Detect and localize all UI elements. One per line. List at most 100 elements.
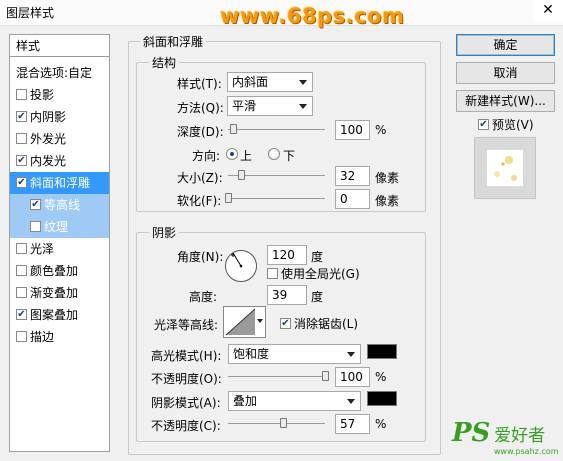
method-select-value: 平滑 <box>232 99 257 113</box>
shadow-mode-select[interactable]: 叠加 <box>228 391 361 411</box>
highlight-mode-select[interactable]: 饱和度 <box>228 344 361 364</box>
style-label: 描边 <box>30 330 55 344</box>
checkbox[interactable] <box>16 243 27 254</box>
style-item-texture[interactable]: 纹理 <box>10 216 109 238</box>
gloss-contour-picker[interactable] <box>223 306 266 338</box>
checkbox[interactable] <box>16 111 27 122</box>
watermark-text: www.68ps.com <box>220 4 405 28</box>
checkbox[interactable] <box>16 265 27 276</box>
antialias-checkbox-row[interactable]: 消除锯齿(L) <box>280 315 358 332</box>
new-style-button[interactable]: 新建样式(W)... <box>456 90 555 112</box>
style-item-bevel-emboss[interactable]: 斜面和浮雕 <box>10 172 109 194</box>
style-label: 斜面和浮雕 <box>30 176 91 190</box>
shadow-mode-value: 叠加 <box>233 394 258 408</box>
global-light-checkbox-row[interactable]: 使用全局光(G) <box>267 265 360 282</box>
highlight-opacity-input[interactable]: 100 <box>335 367 370 387</box>
style-label: 样式(T): <box>177 77 222 91</box>
style-label: 光泽 <box>30 242 55 256</box>
direction-label: 方向: <box>192 149 221 163</box>
chevron-down-icon <box>299 80 307 85</box>
cancel-button[interactable]: 取消 <box>456 62 555 84</box>
checkbox[interactable] <box>16 287 27 298</box>
method-select[interactable]: 平滑 <box>227 96 313 116</box>
size-label: 大小(Z): <box>177 171 223 185</box>
altitude-label: 高度: <box>189 290 218 304</box>
close-icon: ✕ <box>542 2 554 18</box>
soften-slider-thumb[interactable] <box>225 193 232 203</box>
checkbox[interactable] <box>16 133 27 144</box>
highlight-mode-label: 高光模式(H): <box>151 349 222 363</box>
altitude-input[interactable]: 39 <box>267 285 307 305</box>
shading-title: 阴影 <box>149 224 180 241</box>
highlight-opacity-thumb[interactable] <box>322 371 329 381</box>
shadow-opacity-thumb[interactable] <box>280 418 288 428</box>
bevel-emboss-title: 斜面和浮雕 <box>140 33 207 50</box>
style-preview-thumbnail <box>474 137 536 199</box>
gloss-contour-label: 光泽等高线: <box>154 318 219 332</box>
style-item-gradient-overlay[interactable]: 渐变叠加 <box>10 282 109 304</box>
style-item-inner-glow[interactable]: 内发光 <box>10 150 109 172</box>
depth-input[interactable]: 100 <box>335 120 370 140</box>
preview-swatch <box>487 150 523 186</box>
shadow-color-swatch[interactable] <box>367 391 397 406</box>
global-light-checkbox[interactable] <box>267 268 278 279</box>
checkbox[interactable] <box>30 199 41 210</box>
logo-site-name: 爱好者 <box>494 426 546 446</box>
style-label: 图案叠加 <box>30 308 79 322</box>
direction-up-label: 上 <box>240 149 253 163</box>
altitude-unit: 度 <box>311 290 324 304</box>
style-item-color-overlay[interactable]: 颜色叠加 <box>10 260 109 282</box>
checkbox[interactable] <box>16 331 27 342</box>
soften-label: 软化(F): <box>177 194 222 208</box>
soften-slider-track[interactable] <box>228 198 325 199</box>
shadow-opacity-unit: % <box>375 417 387 431</box>
depth-slider-thumb[interactable] <box>229 124 237 134</box>
shadow-opacity-input[interactable]: 57 <box>335 414 370 434</box>
depth-label: 深度(D): <box>177 125 224 139</box>
style-item-outer-glow[interactable]: 外发光 <box>10 128 109 150</box>
size-input[interactable]: 32 <box>335 166 370 186</box>
style-item-pattern-overlay[interactable]: 图案叠加 <box>10 304 109 326</box>
style-item-stroke[interactable]: 描边 <box>10 326 109 348</box>
angle-dial[interactable] <box>224 249 258 283</box>
close-button[interactable]: ✕ <box>533 0 563 22</box>
highlight-opacity-track[interactable] <box>228 376 325 377</box>
depth-unit: % <box>375 123 387 137</box>
soften-input[interactable]: 0 <box>335 189 370 209</box>
styles-header[interactable]: 样式 <box>10 35 109 57</box>
direction-down-radio[interactable] <box>268 148 280 160</box>
style-item-inner-shadow[interactable]: 内阴影 <box>10 106 109 128</box>
style-label: 内阴影 <box>30 110 67 124</box>
blend-options-item[interactable]: 混合选项:自定 <box>10 62 109 84</box>
style-item-drop-shadow[interactable]: 投影 <box>10 84 109 106</box>
highlight-color-swatch[interactable] <box>367 344 397 359</box>
checkbox[interactable] <box>16 89 27 100</box>
size-slider-thumb[interactable] <box>237 170 245 180</box>
depth-slider-track[interactable] <box>228 129 325 130</box>
preview-checkbox-row[interactable]: 预览(V) <box>478 116 534 133</box>
checkbox[interactable] <box>16 177 27 188</box>
style-select[interactable]: 内斜面 <box>227 72 313 92</box>
checkbox[interactable] <box>16 155 27 166</box>
logo-ps-text: PS <box>452 418 491 448</box>
angle-input[interactable]: 120 <box>267 245 307 265</box>
contour-linear-icon <box>225 308 256 336</box>
shadow-opacity-track[interactable] <box>228 423 325 424</box>
soften-unit: 像素 <box>375 194 400 208</box>
styles-list: 样式 混合选项:自定 投影 内阴影 外发光 内发光 斜面和浮雕 等高线 纹理 光… <box>9 34 110 452</box>
ok-button[interactable]: 确定 <box>456 34 555 56</box>
direction-up-radio[interactable] <box>226 148 238 160</box>
chevron-down-icon <box>299 104 307 109</box>
style-label: 内发光 <box>30 154 67 168</box>
style-item-satin[interactable]: 光泽 <box>10 238 109 260</box>
style-label: 颜色叠加 <box>30 264 79 278</box>
preview-label: 预览(V) <box>492 118 534 132</box>
style-label: 投影 <box>30 88 55 102</box>
preview-checkbox[interactable] <box>478 119 489 130</box>
style-item-contour[interactable]: 等高线 <box>10 194 109 216</box>
chevron-down-icon <box>257 319 263 323</box>
antialias-checkbox[interactable] <box>280 318 291 329</box>
antialias-label: 消除锯齿(L) <box>294 317 359 331</box>
checkbox[interactable] <box>16 309 27 320</box>
checkbox[interactable] <box>30 221 41 232</box>
